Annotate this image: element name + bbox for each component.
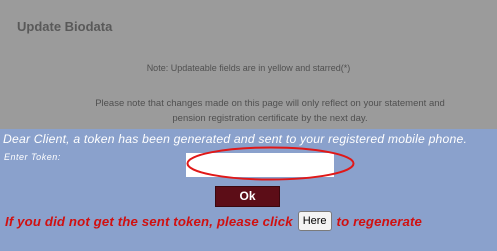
page-title: Update Biodata bbox=[17, 19, 113, 34]
regenerate-here-button[interactable]: Here bbox=[297, 211, 332, 231]
regenerate-suffix-text: to regenerate bbox=[336, 213, 423, 229]
token-sent-message: Dear Client, a token has been generated … bbox=[3, 132, 468, 146]
regenerate-token-line: If you did not get the sent token, pleas… bbox=[5, 210, 422, 232]
update-info-line-2: pension registration certificate by the … bbox=[172, 113, 368, 124]
update-biodata-page: Update Biodata Note: Updateable fields a… bbox=[0, 0, 497, 251]
update-info-line-1: Please note that changes made on this pa… bbox=[95, 98, 445, 109]
token-input[interactable] bbox=[186, 153, 334, 177]
updateable-fields-note: Note: Updateable fields are in yellow an… bbox=[146, 63, 351, 73]
update-info-text: Please note that changes made on this pa… bbox=[60, 96, 480, 126]
enter-token-label: Enter Token: bbox=[4, 152, 61, 162]
regenerate-prefix-text: If you did not get the sent token, pleas… bbox=[5, 213, 293, 229]
ok-button[interactable]: Ok bbox=[215, 186, 280, 207]
